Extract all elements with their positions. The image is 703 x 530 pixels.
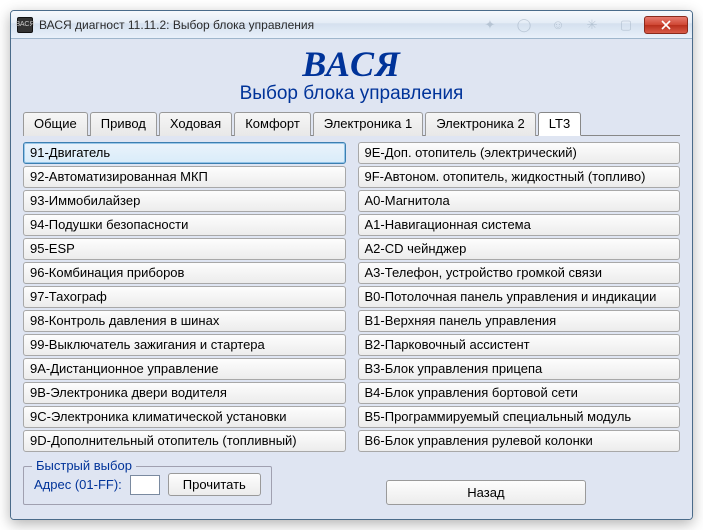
tab-lt3[interactable]: LT3 [538, 112, 581, 136]
square-icon: ▢ [616, 17, 636, 33]
tab-electronics-2[interactable]: Электроника 2 [425, 112, 535, 136]
window-title: ВАСЯ диагност 11.11.2: Выбор блока управ… [39, 18, 314, 32]
tab-bar: Общие Привод Ходовая Комфорт Электроника… [23, 111, 680, 136]
camera-icon: ◯ [514, 17, 534, 33]
module-95-esp[interactable]: 95-ESP [23, 238, 346, 260]
module-9d-aux-heater-fuel[interactable]: 9D-Дополнительный отопитель (топливный) [23, 430, 346, 452]
module-column-left: 91-Двигатель 92-Автоматизированная МКП 9… [23, 142, 346, 452]
tab-common[interactable]: Общие [23, 112, 88, 136]
quick-select-legend: Быстрый выбор [32, 458, 136, 473]
address-label: Адрес (01-FF): [34, 477, 122, 492]
module-94-airbag[interactable]: 94-Подушки безопасности [23, 214, 346, 236]
back-button[interactable]: Назад [386, 480, 586, 505]
clapper-icon: ✦ [480, 17, 500, 33]
read-button[interactable]: Прочитать [168, 473, 261, 496]
module-93-immo[interactable]: 93-Иммобилайзер [23, 190, 346, 212]
module-92-amt[interactable]: 92-Автоматизированная МКП [23, 166, 346, 188]
gear-icon: ✳ [582, 17, 602, 33]
module-9b-driver-door[interactable]: 9B-Электроника двери водителя [23, 382, 346, 404]
module-column-right: 9E-Доп. отопитель (электрический) 9F-Авт… [358, 142, 681, 452]
module-9a-remote[interactable]: 9A-Дистанционное управление [23, 358, 346, 380]
module-9c-hvac[interactable]: 9C-Электроника климатической установки [23, 406, 346, 428]
tab-drive[interactable]: Привод [90, 112, 157, 136]
module-b6-steering-column[interactable]: B6-Блок управления рулевой колонки [358, 430, 681, 452]
module-list: 91-Двигатель 92-Автоматизированная МКП 9… [21, 136, 682, 454]
module-9f-auto-heater[interactable]: 9F-Автоном. отопитель, жидкостный (топли… [358, 166, 681, 188]
module-91-engine[interactable]: 91-Двигатель [23, 142, 346, 164]
ghost-toolbar: ✦ ◯ ☺ ✳ ▢ [480, 17, 636, 33]
module-a3-phone[interactable]: A3-Телефон, устройство громкой связи [358, 262, 681, 284]
quick-select-group: Быстрый выбор Адрес (01-FF): Прочитать [23, 466, 272, 505]
module-98-tpms[interactable]: 98-Контроль давления в шинах [23, 310, 346, 332]
module-b2-park-assist[interactable]: B2-Парковочный ассистент [358, 334, 681, 356]
titlebar[interactable]: ВАСЯ ВАСЯ диагност 11.11.2: Выбор блока … [11, 11, 692, 39]
page-subtitle: Выбор блока управления [21, 83, 682, 105]
module-99-ignition[interactable]: 99-Выключатель зажигания и стартера [23, 334, 346, 356]
tab-chassis[interactable]: Ходовая [159, 112, 232, 136]
module-b1-upper-panel[interactable]: B1-Верхняя панель управления [358, 310, 681, 332]
address-input[interactable] [130, 475, 160, 495]
module-a1-nav[interactable]: A1-Навигационная система [358, 214, 681, 236]
bottom-bar: Быстрый выбор Адрес (01-FF): Прочитать Н… [21, 466, 682, 505]
tab-electronics-1[interactable]: Электроника 1 [313, 112, 423, 136]
close-button[interactable] [644, 16, 688, 34]
module-96-cluster[interactable]: 96-Комбинация приборов [23, 262, 346, 284]
brand-title: ВАСЯ [21, 43, 682, 85]
app-icon: ВАСЯ [17, 17, 33, 33]
main-window: ВАСЯ ВАСЯ диагност 11.11.2: Выбор блока … [10, 10, 693, 520]
module-b3-trailer[interactable]: B3-Блок управления прицепа [358, 358, 681, 380]
module-b0-overhead-panel[interactable]: B0-Потолочная панель управления и индика… [358, 286, 681, 308]
module-9e-aux-heater-elec[interactable]: 9E-Доп. отопитель (электрический) [358, 142, 681, 164]
client-area: ВАСЯ Выбор блока управления Общие Привод… [11, 39, 692, 519]
module-b4-body-control[interactable]: B4-Блок управления бортовой сети [358, 382, 681, 404]
module-a2-cd-changer[interactable]: A2-CD чейнджер [358, 238, 681, 260]
module-a0-radio[interactable]: A0-Магнитола [358, 190, 681, 212]
user-icon: ☺ [548, 17, 568, 32]
header: ВАСЯ Выбор блока управления [21, 43, 682, 105]
tab-comfort[interactable]: Комфорт [234, 112, 311, 136]
module-b5-special[interactable]: B5-Программируемый специальный модуль [358, 406, 681, 428]
module-97-tacho[interactable]: 97-Тахограф [23, 286, 346, 308]
